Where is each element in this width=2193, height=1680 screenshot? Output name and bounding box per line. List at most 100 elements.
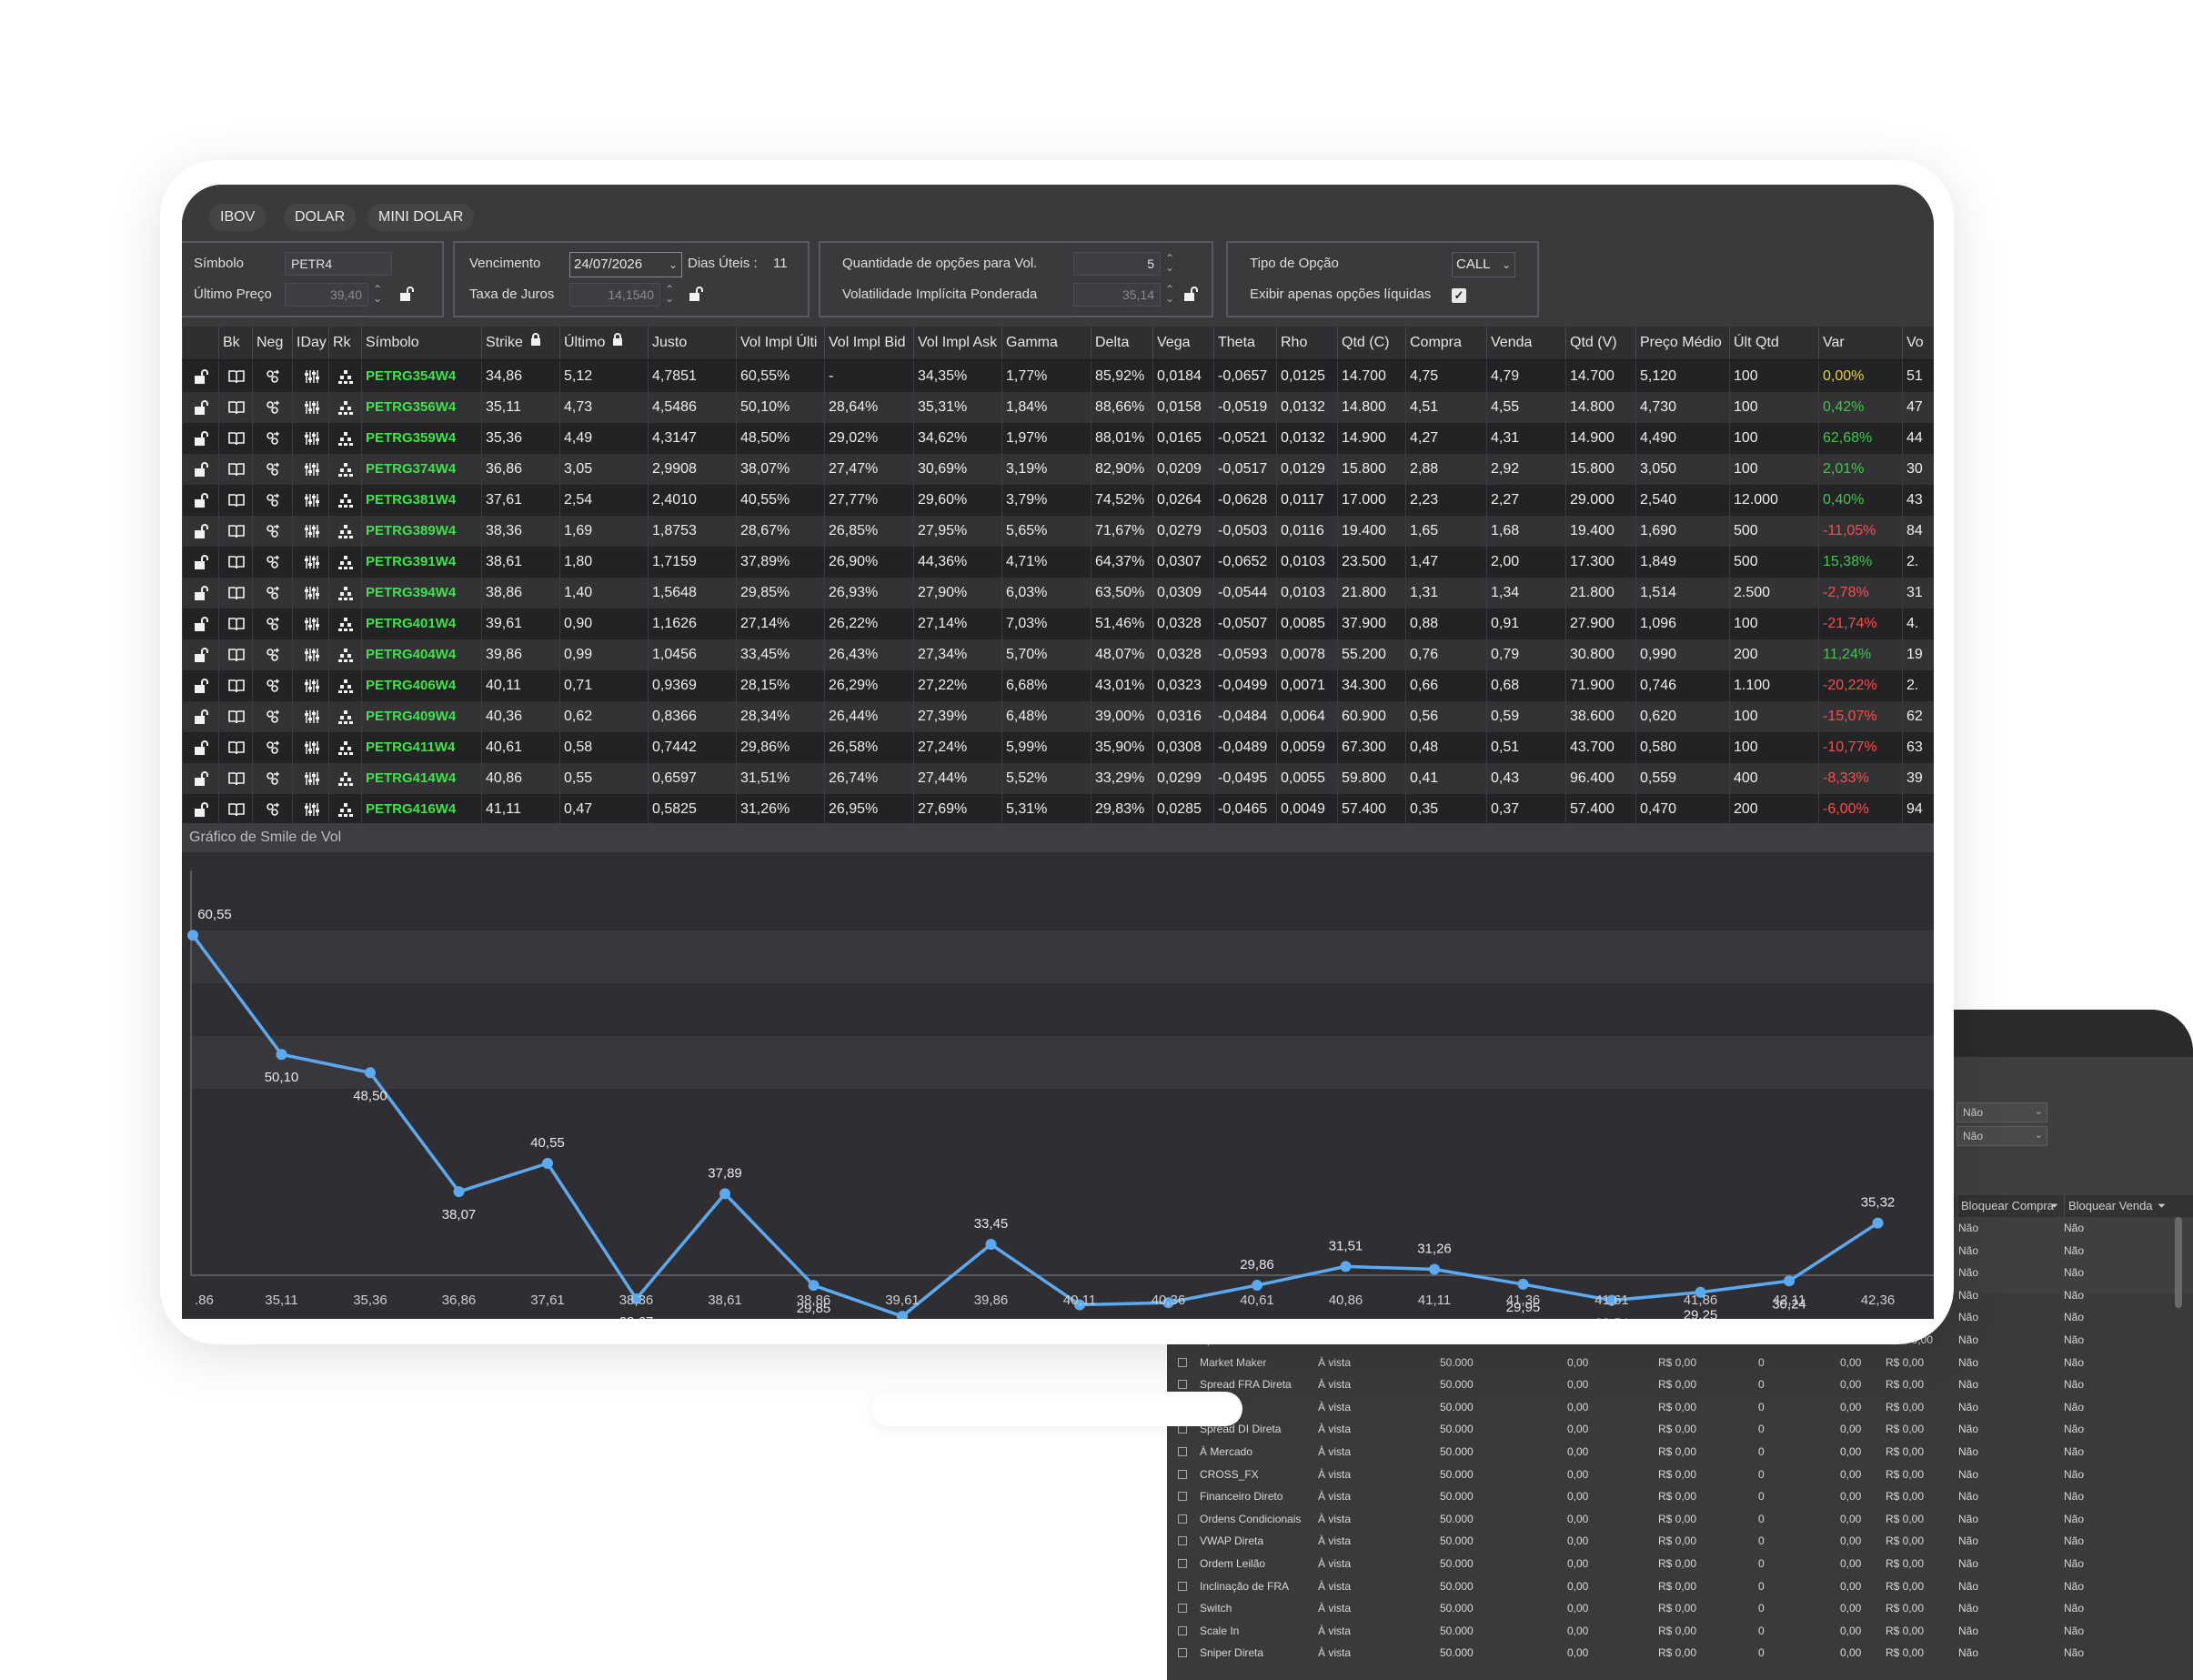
list-item[interactable]: Scale In À vista 50.000 0,00 R$ 0,00 0 0,00 R$ …: [1167, 1620, 2193, 1643]
symbol-cell[interactable]: PETRG389W4: [361, 516, 481, 547]
header-gamma[interactable]: Gamma: [1001, 327, 1091, 359]
action-cell[interactable]: [182, 609, 218, 639]
symbol-input[interactable]: PETR4: [285, 252, 392, 276]
intraday-icon[interactable]: [303, 492, 319, 508]
symbol-cell[interactable]: PETRG404W4: [361, 639, 481, 670]
action-cell[interactable]: [252, 701, 292, 732]
risk-icon[interactable]: [337, 368, 354, 385]
action-cell[interactable]: [252, 516, 292, 547]
header-venda[interactable]: Venda: [1486, 327, 1565, 359]
action-cell[interactable]: [328, 392, 361, 423]
book-icon[interactable]: [227, 739, 245, 756]
row-checkbox[interactable]: [1178, 1514, 1187, 1524]
action-cell[interactable]: [182, 547, 218, 578]
action-cell[interactable]: [252, 732, 292, 763]
risk-icon[interactable]: [337, 399, 354, 416]
intraday-icon[interactable]: [303, 770, 319, 787]
list-item[interactable]: Ordem Leilão À vista 50.000 0,00 R$ 0,00 0 0,0…: [1167, 1553, 2193, 1575]
action-cell[interactable]: [292, 516, 328, 547]
book-icon[interactable]: [227, 399, 245, 416]
risk-icon[interactable]: [337, 492, 354, 508]
action-cell[interactable]: [328, 578, 361, 609]
action-cell[interactable]: [252, 485, 292, 516]
intraday-icon[interactable]: [303, 461, 319, 478]
action-cell[interactable]: [252, 609, 292, 639]
action-cell[interactable]: [252, 670, 292, 701]
action-cell[interactable]: [182, 423, 218, 454]
table-row[interactable]: PETRG404W4 39,86 0,99 1,0456 33,45% 26,43% 27,…: [182, 639, 1934, 670]
table-row[interactable]: PETRG389W4 38,36 1,69 1,8753 28,67% 26,85% 27,…: [182, 516, 1934, 547]
header-vo[interactable]: Vo: [1902, 327, 1934, 359]
header-justo[interactable]: Justo: [648, 327, 736, 359]
action-cell[interactable]: [292, 639, 328, 670]
action-cell[interactable]: [182, 578, 218, 609]
header-strike[interactable]: Strike: [481, 327, 559, 359]
action-cell[interactable]: [252, 392, 292, 423]
unlock-icon[interactable]: [193, 430, 209, 447]
action-cell[interactable]: [328, 423, 361, 454]
intraday-icon[interactable]: [303, 523, 319, 539]
header-pre-o-m-dio[interactable]: Preço Médio: [1635, 327, 1729, 359]
unlock-icon[interactable]: [193, 461, 209, 478]
header-rk[interactable]: Rk: [328, 327, 361, 359]
action-cell[interactable]: [292, 763, 328, 794]
table-row[interactable]: PETRG406W4 40,11 0,71 0,9369 28,15% 26,29% 27,…: [182, 670, 1934, 701]
row-checkbox[interactable]: [1178, 1536, 1187, 1546]
action-cell[interactable]: [292, 423, 328, 454]
header-vega[interactable]: Vega: [1152, 327, 1213, 359]
weighted-vol-spinner[interactable]: ⌃ ⌄: [1164, 284, 1175, 304]
unlock-icon[interactable]: [193, 678, 209, 694]
action-cell[interactable]: [182, 732, 218, 763]
symbol-cell[interactable]: PETRG391W4: [361, 547, 481, 578]
book-icon[interactable]: [227, 523, 245, 539]
book-icon[interactable]: [227, 770, 245, 787]
header-bloquear-compra[interactable]: Bloquear Compra ⏷: [1957, 1195, 2064, 1217]
book-icon[interactable]: [227, 647, 245, 663]
action-cell[interactable]: [218, 794, 252, 825]
header-bk[interactable]: Bk: [218, 327, 252, 359]
book-icon[interactable]: [227, 430, 245, 447]
last-price-input[interactable]: 39,40: [285, 283, 368, 307]
action-cell[interactable]: [252, 423, 292, 454]
list-item[interactable]: Inclinação de FRA À vista 50.000 0,00 R$ 0,0…: [1167, 1575, 2193, 1598]
header-qtd-v-[interactable]: Qtd (V): [1565, 327, 1635, 359]
action-cell[interactable]: [182, 701, 218, 732]
risk-icon[interactable]: [337, 647, 354, 663]
risk-icon[interactable]: [337, 554, 354, 570]
header-iday[interactable]: IDay: [292, 327, 328, 359]
table-row[interactable]: PETRG381W4 37,61 2,54 2,4010 40,55% 27,77% 29,…: [182, 485, 1934, 516]
header--lt-qtd[interactable]: Últ Qtd: [1729, 327, 1818, 359]
intraday-icon[interactable]: [303, 585, 319, 601]
action-cell[interactable]: [328, 516, 361, 547]
unlock-icon[interactable]: [398, 286, 415, 302]
symbol-cell[interactable]: PETRG416W4: [361, 794, 481, 825]
action-cell[interactable]: [292, 794, 328, 825]
intraday-icon[interactable]: [303, 616, 319, 632]
risk-icon[interactable]: [337, 523, 354, 539]
lock-icon[interactable]: [528, 327, 543, 359]
table-row[interactable]: PETRG394W4 38,86 1,40 1,5648 29,85% 26,93% 27,…: [182, 578, 1934, 609]
risk-icon[interactable]: [337, 585, 354, 601]
unlock-icon[interactable]: [193, 647, 209, 663]
action-cell[interactable]: [252, 763, 292, 794]
trade-icon[interactable]: [265, 461, 281, 478]
unlock-icon[interactable]: [193, 739, 209, 756]
intraday-icon[interactable]: [303, 647, 319, 663]
action-cell[interactable]: [182, 454, 218, 485]
action-cell[interactable]: [292, 485, 328, 516]
unlock-icon[interactable]: [688, 286, 704, 302]
trade-icon[interactable]: [265, 368, 281, 385]
last-price-spinner[interactable]: ⌃ ⌄: [372, 284, 383, 304]
list-item[interactable]: VWAP Direta À vista 50.000 0,00 R$ 0,00 0 0,00…: [1167, 1530, 2193, 1553]
risk-icon[interactable]: [337, 678, 354, 694]
table-row[interactable]: PETRG416W4 41,11 0,47 0,5825 31,26% 26,95% 27,…: [182, 794, 1934, 825]
trade-icon[interactable]: [265, 616, 281, 632]
row-checkbox[interactable]: [1178, 1625, 1187, 1635]
weighted-vol-input[interactable]: 35,14: [1073, 283, 1161, 307]
list-item[interactable]: Sniper Direta À vista 50.000 0,00 R$ 0,00 0 0,…: [1167, 1642, 2193, 1665]
intraday-icon[interactable]: [303, 678, 319, 694]
action-cell[interactable]: [328, 701, 361, 732]
action-cell[interactable]: [292, 670, 328, 701]
action-cell[interactable]: [182, 763, 218, 794]
trade-icon[interactable]: [265, 554, 281, 570]
